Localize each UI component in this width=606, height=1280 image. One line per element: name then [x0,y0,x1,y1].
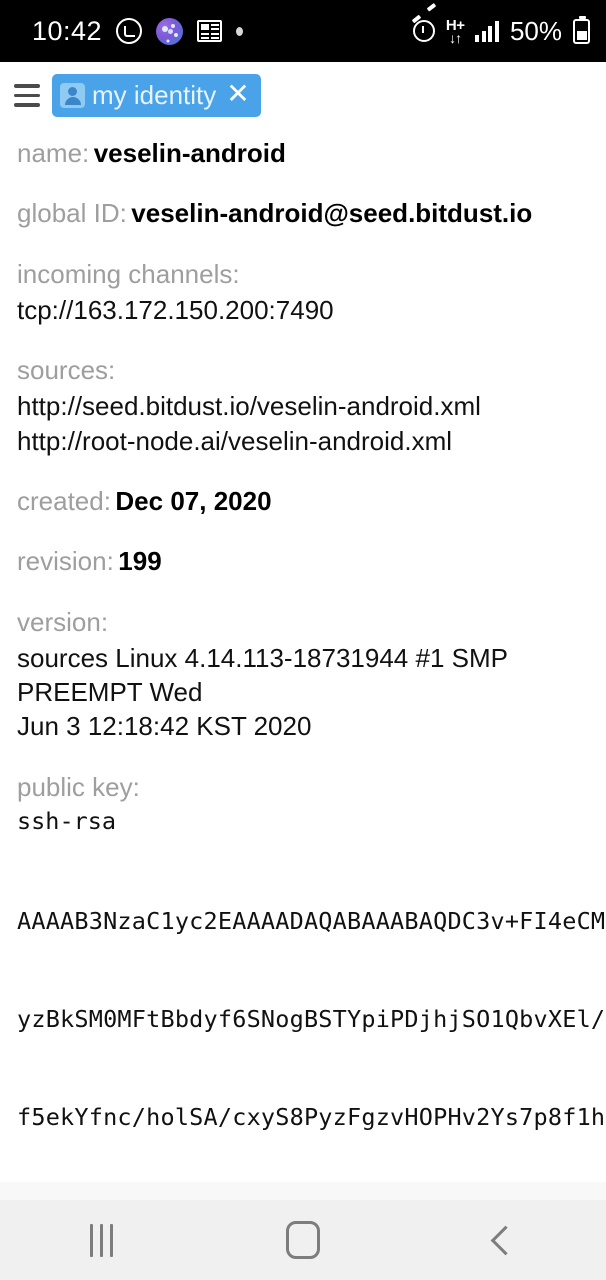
field-created: created: Dec 07, 2020 [17,485,590,518]
sources-label: sources: [17,355,116,386]
dot-icon [236,26,244,36]
created-value: Dec 07, 2020 [115,486,272,516]
field-incoming-channels: incoming channels: tcp://163.172.150.200… [17,258,590,328]
tab-my-identity-label: my identity [92,80,217,110]
created-label: created: [17,486,111,516]
tab-bar: my identity ✕ [0,62,606,127]
back-button[interactable] [404,1225,606,1255]
list-item: f5ekYfnc/holSA/cxyS8PyzFgzvHOPHv2Ys7p8f1… [17,1102,606,1131]
network-arrows-label: ↓↑ [449,29,462,46]
name-label: name: [17,138,90,168]
home-button[interactable] [202,1221,404,1259]
tab-my-identity[interactable]: my identity ✕ [52,74,261,117]
clock-time: 10:42 [32,15,103,46]
list-item: http://root-node.ai/veselin-android.xml [17,425,453,456]
network-type-icon: H+ ↓↑ [446,18,465,45]
revision-label: revision: [17,546,114,577]
back-icon [490,1225,520,1255]
field-name: name: veselin-android [17,137,590,170]
sources-list: http://seed.bitdust.io/veselin-android.x… [17,389,590,458]
bottom-spacer [0,1182,606,1200]
incoming-channels-label: incoming channels: [17,258,240,289]
incoming-channels-list: tcp://163.172.150.200:7490 [17,293,590,327]
battery-percent-label: 50% [509,15,562,46]
global-id-label: global ID: [17,198,127,229]
recents-button[interactable] [0,1223,202,1257]
android-nav-bar [0,1200,606,1280]
field-global-id: global ID: veselin-android@seed.bitdust.… [17,197,590,230]
status-bar: 10:42 H+ ↓↑ 50% [0,0,606,62]
list-item: AAAAB3NzaC1yc2EAAAADAQABAAABAQDC3v+FI4eC… [17,906,606,935]
field-version: version: sources Linux 4.14.113-18731944… [17,606,590,744]
hamburger-menu-icon[interactable] [8,81,46,111]
status-bar-left: 10:42 [32,16,413,47]
person-badge-icon [60,82,85,108]
public-key-label: public key: [17,771,140,802]
global-id-value: veselin-android@seed.bitdust.io [131,198,533,229]
signal-bars-icon [475,20,499,42]
news-icon [197,20,223,42]
list-item: sources Linux 4.14.113-18731944 #1 SMP P… [17,642,508,708]
recents-icon [89,1223,113,1257]
name-value: veselin-android [93,138,286,168]
list-item: tcp://163.172.150.200:7490 [17,294,334,325]
list-item: http://seed.bitdust.io/veselin-android.x… [17,391,481,422]
version-value: sources Linux 4.14.113-18731944 #1 SMP P… [17,641,590,744]
battery-icon [573,15,590,44]
list-item: Jun 3 12:18:42 KST 2020 [17,711,312,742]
identity-details: name: veselin-android global ID: veselin… [0,127,606,1280]
list-item: yzBkSM0MFtBbdyf6SNogBSTYpiPDjhjSO1QbvXEl… [17,1004,606,1033]
status-bar-right: H+ ↓↑ 50% [412,15,590,47]
field-sources: sources: http://seed.bitdust.io/veselin-… [17,354,590,458]
whatsapp-icon [116,18,143,44]
revision-value: 199 [118,546,162,577]
public-key-type: ssh-rsa [17,807,117,835]
version-label: version: [17,606,109,637]
close-icon[interactable]: ✕ [223,80,251,110]
home-icon [286,1221,320,1259]
field-revision: revision: 199 [17,545,590,578]
alarm-icon [412,20,435,42]
phone-screen: 10:42 H+ ↓↑ 50% my identity ✕ name: vese… [0,0,606,1280]
app-circle-icon [156,17,184,45]
